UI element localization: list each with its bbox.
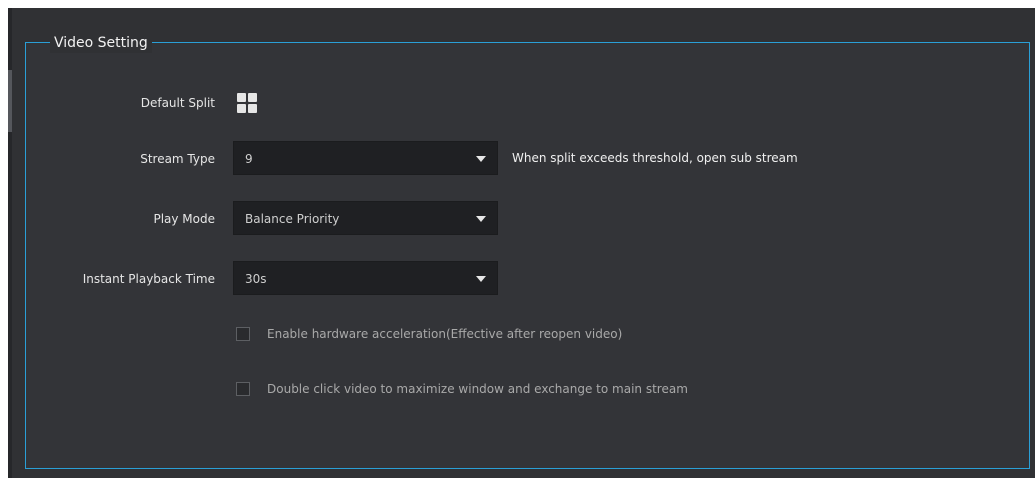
instant-playback-label: Instant Playback Time — [82, 272, 215, 286]
chevron-down-icon — [476, 216, 486, 222]
stream-type-hint: When split exceeds threshold, open sub s… — [512, 151, 798, 165]
play-mode-select[interactable]: Balance Priority — [233, 201, 498, 235]
play-mode-value: Balance Priority — [245, 212, 340, 226]
double-click-maximize-checkbox[interactable] — [236, 382, 250, 396]
default-split-label: Default Split — [140, 96, 215, 110]
left-scroll-thumb[interactable] — [8, 70, 12, 132]
instant-playback-select[interactable]: 30s — [233, 261, 498, 295]
stream-type-label: Stream Type — [140, 152, 215, 166]
hardware-acceleration-label[interactable]: Enable hardware acceleration(Effective a… — [267, 326, 622, 342]
hardware-acceleration-checkbox[interactable] — [236, 327, 250, 341]
instant-playback-value: 30s — [245, 272, 267, 286]
chevron-down-icon — [476, 156, 486, 162]
chevron-down-icon — [476, 276, 486, 282]
grid-2x2-icon[interactable] — [237, 93, 258, 114]
stream-type-select[interactable]: 9 — [233, 141, 498, 175]
double-click-maximize-label[interactable]: Double click video to maximize window an… — [267, 381, 688, 397]
play-mode-label: Play Mode — [153, 212, 215, 226]
stream-type-value: 9 — [245, 152, 253, 166]
group-title: Video Setting — [50, 33, 152, 53]
